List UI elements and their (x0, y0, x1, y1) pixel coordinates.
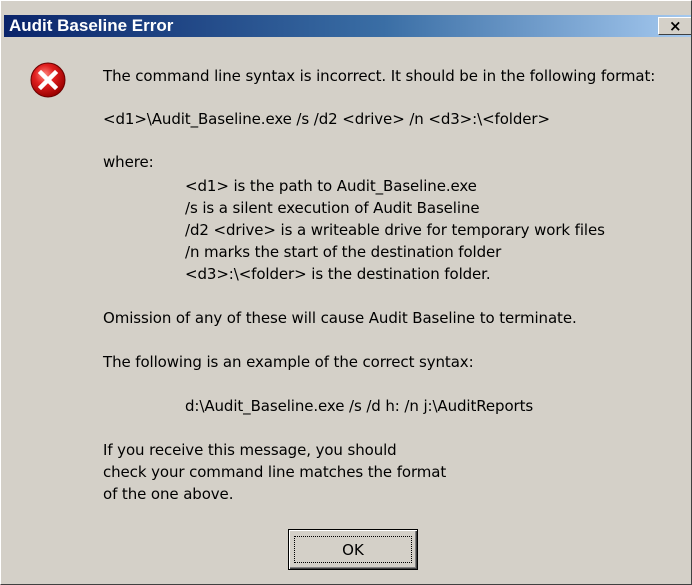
close-icon: × (669, 17, 682, 35)
message-closing-line: check your command line matches the form… (103, 463, 447, 481)
where-item: <d3>:\<folder> is the destination folder… (185, 265, 491, 283)
close-button[interactable]: × (658, 17, 691, 35)
message-closing-line: If you receive this message, you should (103, 441, 397, 459)
where-item: /d2 <drive> is a writeable drive for tem… (185, 221, 605, 239)
ok-button-label: OK (342, 541, 364, 559)
ok-button[interactable]: OK (288, 529, 418, 570)
message-where-label: where: (103, 153, 154, 171)
message-format: <d1>\Audit_Baseline.exe /s /d2 <drive> /… (103, 110, 550, 128)
where-item: /n marks the start of the destination fo… (185, 243, 502, 261)
dialog-title: Audit Baseline Error (9, 16, 174, 35)
message-example: d:\Audit_Baseline.exe /s /d h: /n j:\Aud… (185, 397, 534, 415)
message-omission: Omission of any of these will cause Audi… (103, 309, 577, 327)
where-item: <d1> is the path to Audit_Baseline.exe (185, 177, 477, 195)
error-icon (27, 59, 69, 101)
error-dialog: Audit Baseline Error × The command line … (0, 0, 692, 585)
where-item: /s is a silent execution of Audit Baseli… (185, 199, 480, 217)
message-syntax-incorrect: The command line syntax is incorrect. It… (103, 67, 656, 85)
message-closing-line: of the one above. (103, 485, 234, 503)
message-example-intro: The following is an example of the corre… (103, 353, 474, 371)
title-bar[interactable]: Audit Baseline Error × (4, 15, 691, 37)
